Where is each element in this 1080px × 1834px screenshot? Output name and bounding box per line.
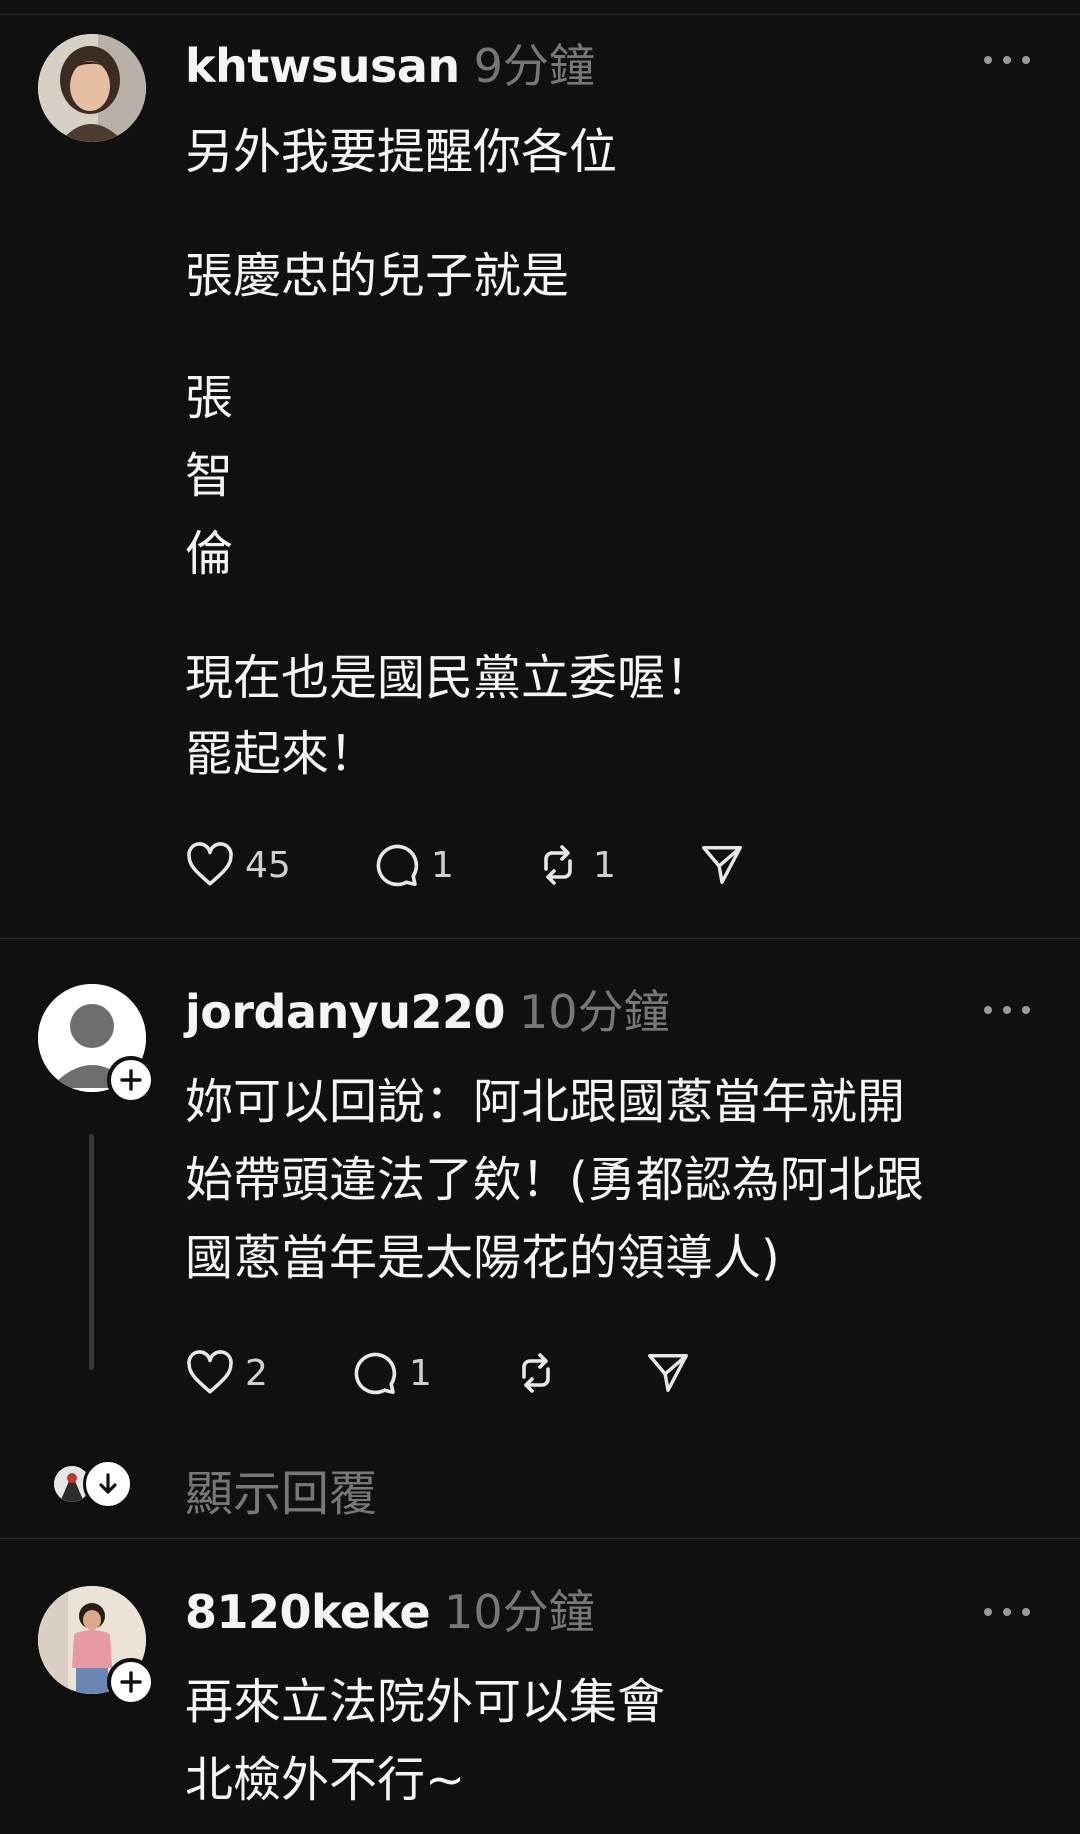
share-button[interactable] (643, 1348, 693, 1398)
send-icon (648, 1354, 688, 1392)
post-text-line: 張 (185, 370, 234, 426)
like-button[interactable]: 2 (185, 1348, 349, 1398)
repost-icon (522, 1353, 550, 1393)
more-icon[interactable] (984, 1000, 1030, 1020)
follow-button[interactable] (107, 1658, 155, 1706)
heart-icon (187, 842, 233, 886)
comment-icon (376, 844, 419, 887)
avatar[interactable] (38, 34, 146, 142)
thread-line (89, 1134, 94, 1370)
like-button[interactable]: 45 (185, 840, 371, 890)
post-text-line: 張慶忠的兒子就是 (185, 248, 570, 304)
follow-button[interactable] (107, 1056, 155, 1104)
arrow-down-icon (99, 1473, 117, 1494)
reply-count: 1 (431, 844, 454, 886)
action-bar: 2 1 (185, 1348, 693, 1398)
post-header: 8120keke 10分鐘 (185, 1576, 595, 1639)
repost-count: 1 (593, 844, 616, 886)
repost-button[interactable] (511, 1348, 643, 1398)
show-replies-toggle[interactable] (83, 1459, 133, 1509)
post-text-line: 再來立法院外可以集會 (185, 1674, 666, 1730)
comment-icon (354, 1352, 397, 1395)
post-text-line: 倫 (185, 526, 234, 582)
repost-icon (544, 845, 572, 885)
plus-icon (120, 1069, 142, 1091)
post-text-line: 始帶頭違法了欸！(勇都認為阿北跟 (185, 1152, 924, 1208)
reply-button[interactable]: 1 (371, 840, 533, 890)
post-header: khtwsusan 9分鐘 (185, 30, 595, 93)
like-count: 45 (245, 844, 291, 886)
show-replies-link[interactable]: 顯示回覆 (185, 1454, 377, 1524)
post-text-line: 現在也是國民黨立委喔！ (185, 650, 714, 706)
reply-button[interactable]: 1 (349, 1348, 511, 1398)
username[interactable]: jordanyu220 (185, 985, 506, 1039)
post-header: jordanyu220 10分鐘 (185, 976, 670, 1039)
username[interactable]: khtwsusan (185, 39, 460, 93)
post-8120keke: 8120keke 10分鐘 再來立法院外可以集會 北檢外不行~ (0, 1538, 1080, 1834)
post-text-line: 智 (185, 448, 234, 504)
timestamp: 9分鐘 (473, 39, 595, 93)
timestamp: 10分鐘 (444, 1585, 595, 1639)
reply-count: 1 (409, 1352, 432, 1394)
post-jordanyu220: jordanyu220 10分鐘 妳可以回說：阿北跟國蔥當年就開 始帶頭違法了欸… (0, 938, 1080, 1538)
more-icon[interactable] (984, 50, 1030, 70)
post-text-line: 北檢外不行~ (185, 1752, 466, 1808)
more-icon[interactable] (984, 1602, 1030, 1622)
username[interactable]: 8120keke (185, 1585, 431, 1639)
like-count: 2 (245, 1352, 268, 1394)
post-khtwsusan: khtwsusan 9分鐘 另外我要提醒你各位 張慶忠的兒子就是 張 智 倫 現… (0, 0, 1080, 938)
plus-icon (120, 1671, 142, 1693)
post-text-line: 另外我要提醒你各位 (185, 124, 618, 180)
post-text-line: 罷起來！ (185, 726, 378, 782)
action-bar: 45 1 1 (185, 840, 747, 890)
repost-button[interactable]: 1 (533, 840, 697, 890)
timestamp: 10分鐘 (519, 985, 670, 1039)
send-icon (702, 846, 742, 884)
post-text-line: 妳可以回說：阿北跟國蔥當年就開 (185, 1074, 906, 1130)
share-button[interactable] (697, 840, 747, 890)
post-text-line: 國蔥當年是太陽花的領導人) (185, 1230, 780, 1286)
heart-icon (187, 1350, 233, 1394)
